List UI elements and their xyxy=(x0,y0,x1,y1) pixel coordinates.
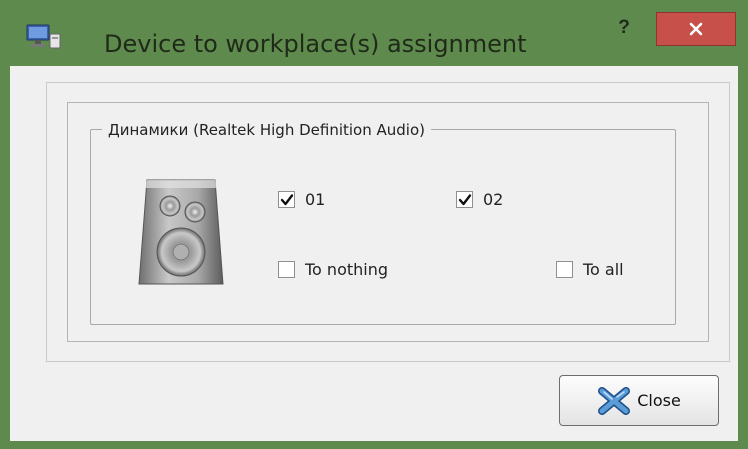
checkbox-to-all-box[interactable] xyxy=(556,261,573,278)
checkbox-02-box[interactable] xyxy=(456,191,473,208)
checkbox-to-all[interactable]: To all xyxy=(556,260,624,279)
close-button-label: Close xyxy=(637,391,681,410)
device-group-title: Динамики (Realtek High Definition Audio) xyxy=(102,120,431,140)
help-button[interactable]: ? xyxy=(604,10,644,46)
speaker-icon xyxy=(135,176,227,288)
checkbox-to-nothing-box[interactable] xyxy=(278,261,295,278)
checkbox-to-nothing[interactable]: To nothing xyxy=(278,260,388,279)
checkbox-01[interactable]: 01 xyxy=(278,190,325,209)
window-title: Device to workplace(s) assignment xyxy=(104,30,527,58)
close-icon xyxy=(689,22,703,36)
checkbox-to-nothing-label: To nothing xyxy=(305,260,389,279)
checkbox-to-all-label: To all xyxy=(583,260,624,279)
x-cross-icon xyxy=(598,386,631,415)
checkmark-icon xyxy=(280,193,293,205)
checkbox-02[interactable]: 02 xyxy=(456,190,503,209)
dialog-body: Динамики (Realtek High Definition Audio) xyxy=(10,66,738,441)
checkbox-01-label: 01 xyxy=(305,190,326,209)
checkbox-02-label: 02 xyxy=(483,190,504,209)
title-bar[interactable]: Device to workplace(s) assignment ? xyxy=(0,0,748,66)
monitor-app-icon xyxy=(26,22,62,52)
close-button[interactable]: Close xyxy=(559,375,719,426)
checkbox-01-box[interactable] xyxy=(278,191,295,208)
checkmark-icon xyxy=(458,193,471,205)
window-close-button[interactable] xyxy=(656,12,736,46)
dialog-window: Device to workplace(s) assignment ? Дина… xyxy=(0,0,748,449)
